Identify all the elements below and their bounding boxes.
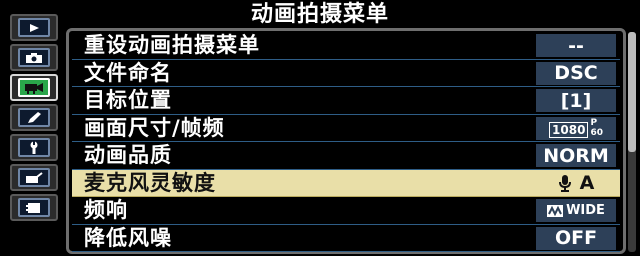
frequency-response-value: WIDE bbox=[566, 203, 605, 218]
frequency-response-icon bbox=[547, 204, 564, 217]
page-title: 动画拍摄菜单 bbox=[250, 2, 389, 27]
tab-my-menu[interactable] bbox=[10, 194, 58, 221]
menu-item-wind-noise-reduction[interactable]: 降低风噪 OFF bbox=[72, 225, 620, 252]
frame-size-badge: 1080 P 60 bbox=[549, 118, 603, 138]
menu-item-value: A bbox=[536, 171, 616, 195]
menu-item-value: NORM bbox=[536, 144, 616, 167]
resolution-value: 1080 bbox=[549, 122, 589, 138]
wrench-icon bbox=[18, 138, 50, 157]
menu-item-label: 动画品质 bbox=[84, 143, 172, 167]
menu-item-label: 画面尺寸/帧频 bbox=[84, 115, 225, 140]
tab-photo-shooting[interactable] bbox=[10, 44, 58, 71]
pencil-icon bbox=[18, 108, 50, 127]
menu-item-value: WIDE bbox=[536, 199, 616, 222]
menu-item-value: DSC bbox=[536, 61, 616, 85]
menu-item-file-naming[interactable]: 文件命名 DSC bbox=[72, 60, 620, 87]
tab-playback[interactable] bbox=[10, 14, 58, 41]
playback-icon bbox=[18, 18, 50, 37]
menu-item-label: 麦克风灵敏度 bbox=[84, 170, 216, 195]
menu-item-movie-quality[interactable]: 动画品质 NORM bbox=[72, 142, 620, 170]
frame-rate-value: P 60 bbox=[590, 118, 603, 138]
menu-item-value: OFF bbox=[536, 226, 616, 250]
menu-item-frequency-response[interactable]: 频响 WIDE bbox=[72, 197, 620, 225]
menu-item-label: 重设动画拍摄菜单 bbox=[84, 33, 260, 57]
menu-tab-column bbox=[10, 14, 62, 224]
camera-icon bbox=[18, 48, 50, 67]
frequency-response-badge: WIDE bbox=[547, 203, 605, 218]
menu-item-frame-size-rate[interactable]: 画面尺寸/帧频 1080 P 60 bbox=[72, 115, 620, 142]
menu-item-destination[interactable]: 目标位置 [1] bbox=[72, 87, 620, 115]
mic-sensitivity-value: A bbox=[579, 172, 595, 194]
my-menu-icon bbox=[18, 198, 50, 217]
menu-item-reset-movie-menu[interactable]: 重设动画拍摄菜单 -- bbox=[72, 32, 620, 60]
scrollbar-thumb[interactable] bbox=[628, 32, 636, 152]
retouch-icon bbox=[18, 168, 50, 187]
movie-camera-icon bbox=[18, 78, 50, 97]
menu-item-value: [1] bbox=[536, 89, 616, 112]
tab-setup[interactable] bbox=[10, 134, 58, 161]
tab-retouch[interactable] bbox=[10, 164, 58, 191]
menu-scrollbar[interactable] bbox=[628, 32, 636, 252]
menu-list: 重设动画拍摄菜单 -- 文件命名 DSC 目标位置 [1] 画面尺寸/帧频 10… bbox=[72, 32, 620, 252]
menu-item-label: 降低风噪 bbox=[84, 225, 172, 250]
menu-item-label: 频响 bbox=[84, 198, 128, 222]
microphone-icon bbox=[558, 175, 571, 192]
menu-item-value: 1080 P 60 bbox=[536, 116, 616, 140]
tab-movie-shooting[interactable] bbox=[10, 74, 58, 101]
menu-item-value: -- bbox=[536, 34, 616, 57]
menu-item-label: 文件命名 bbox=[84, 60, 172, 85]
menu-item-microphone-sensitivity[interactable]: 麦克风灵敏度 A bbox=[72, 169, 620, 197]
tab-custom-settings[interactable] bbox=[10, 104, 58, 131]
menu-item-label: 目标位置 bbox=[84, 88, 172, 112]
